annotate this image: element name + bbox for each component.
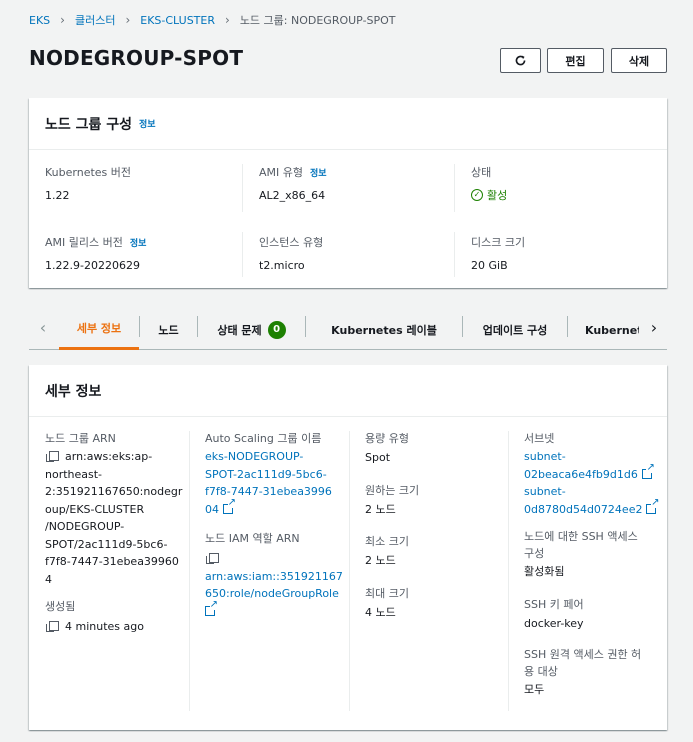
- ami-release-label: AMI 릴리스 버전: [45, 236, 123, 249]
- min-size-label: 최소 크기: [365, 535, 409, 548]
- instance-type-value: t2.micro: [259, 258, 305, 272]
- status-field: 상태 ✓ 활성: [471, 165, 507, 202]
- details-panel: 세부 정보 노드 그룹 ARN arn:aws:eks:ap- northeas…: [29, 365, 667, 730]
- chevron-right-icon: ›: [125, 13, 131, 27]
- column-divider: [242, 164, 243, 212]
- copy-icon[interactable]: [46, 451, 59, 462]
- ami-type-label: AMI 유형: [259, 166, 303, 179]
- chevron-left-icon: ‹: [39, 317, 47, 337]
- tab-kubernetes-taints[interactable]: Kubernetes 테인: [568, 309, 639, 350]
- tab-health-issues-label: 상태 문제: [217, 323, 262, 337]
- refresh-button[interactable]: [500, 48, 541, 73]
- detail-tabs: ‹ 세부 정보 노드 상태 문제 0 Kubernetes 레이블 업데이트 구…: [29, 309, 667, 350]
- node-iam-role-link[interactable]: arn:aws:iam::351921167 650:role/nodeGrou…: [205, 568, 347, 621]
- column-divider: [349, 431, 350, 711]
- breadcrumb-eks-link[interactable]: EKS: [29, 14, 50, 27]
- kubernetes-version-field: Kubernetes 버전 1.22: [45, 165, 131, 202]
- breadcrumb: EKS › 클러스터 › EKS-CLUSTER › 노드 그룹: NODEGR…: [29, 12, 396, 28]
- breadcrumb-current: 노드 그룹: NODEGROUP-SPOT: [239, 14, 396, 27]
- desired-size-label: 원하는 크기: [365, 483, 420, 497]
- tab-details[interactable]: 세부 정보: [59, 309, 139, 350]
- node-iam-role-label: 노드 IAM 역할 ARN: [205, 532, 300, 545]
- external-link-icon: [223, 497, 236, 514]
- details-column-4: 서브넷 subnet- 02beaca6e4fb9d1d6 subnet- 0d…: [524, 430, 664, 699]
- ssh-access-label: 노드에 대한 SSH 액세스 구성: [524, 530, 638, 560]
- capacity-type-label: 용량 유형: [365, 432, 409, 445]
- tab-health-issues[interactable]: 상태 문제 0: [198, 309, 305, 350]
- column-divider: [242, 232, 243, 277]
- kubernetes-version-label: Kubernetes 버전: [45, 166, 132, 179]
- chevron-right-icon: ›: [650, 317, 658, 337]
- copy-icon[interactable]: [206, 553, 219, 564]
- ami-type-field: AMI 유형 정보 AL2_x86_64: [259, 165, 327, 202]
- column-divider: [454, 164, 455, 212]
- capacity-type-value: Spot: [365, 451, 391, 464]
- column-divider: [508, 431, 509, 711]
- created-label: 생성됨: [45, 600, 76, 613]
- details-column-1: 노드 그룹 ARN arn:aws:eks:ap- northeast- 2:3…: [45, 430, 185, 636]
- desired-size-value: 2 노드: [365, 502, 396, 516]
- external-link-icon: [205, 599, 218, 616]
- ssh-remote-access-label: SSH 원격 액세스 권한 허 용 대상: [524, 648, 642, 678]
- disk-size-label: 디스크 크기: [471, 236, 526, 249]
- column-divider: [189, 431, 190, 711]
- page-title: NODEGROUP-SPOT: [29, 46, 244, 70]
- config-panel-title: 노드 그룹 구성: [45, 116, 133, 133]
- ssh-remote-access-value: 모두: [524, 683, 545, 696]
- created-value: 4 minutes ago: [45, 618, 185, 636]
- breadcrumb-cluster-link[interactable]: EKS-CLUSTER: [140, 14, 215, 27]
- kubernetes-version-value: 1.22: [45, 188, 70, 202]
- refresh-icon: [515, 55, 526, 66]
- check-circle-icon: ✓: [471, 189, 483, 201]
- status-label: 상태: [471, 166, 492, 179]
- instance-type-field: 인스턴스 유형 t2.micro: [259, 235, 323, 272]
- asg-name-label: Auto Scaling 그룹 이름: [205, 432, 322, 445]
- ami-release-info-link[interactable]: 정보: [130, 236, 147, 249]
- tab-nodes[interactable]: 노드: [140, 309, 197, 350]
- edit-button[interactable]: 편집: [547, 48, 604, 73]
- details-column-2: Auto Scaling 그룹 이름 eks-NODEGROUP- SPOT-2…: [205, 430, 347, 620]
- details-column-3: 용량 유형 Spot 원하는 크기 2 노드 최소 크기 2 노드 최대 크기 …: [365, 430, 505, 621]
- nodegroup-arn-label: 노드 그룹 ARN: [45, 432, 116, 445]
- external-link-icon: [646, 497, 660, 514]
- config-panel-header: 노드 그룹 구성 정보: [29, 98, 667, 150]
- issues-count-badge: 0: [267, 320, 286, 339]
- breadcrumb-clusters-link[interactable]: 클러스터: [75, 12, 115, 28]
- max-size-label: 최대 크기: [365, 586, 409, 600]
- ami-release-field: AMI 릴리스 버전 정보 1.22.9-20220629: [45, 235, 146, 272]
- details-panel-title: 세부 정보: [45, 383, 102, 400]
- max-size-value: 4 노드: [365, 605, 396, 619]
- ssh-keypair-label: SSH 키 페어: [524, 597, 584, 611]
- min-size-value: 2 노드: [365, 554, 396, 567]
- ami-release-value: 1.22.9-20220629: [45, 258, 140, 272]
- nodegroup-config-panel: 노드 그룹 구성 정보 Kubernetes 버전 1.22 AMI 유형 정보…: [29, 98, 667, 288]
- ssh-keypair-value: docker-key: [524, 616, 584, 630]
- ssh-access-value: 활성화됨: [524, 565, 565, 578]
- asg-name-link[interactable]: eks-NODEGROUP- SPOT-2ac111d9-5bc6- f7f8-…: [205, 448, 347, 518]
- tabs-scroll-right-button[interactable]: ›: [645, 317, 663, 337]
- external-link-icon: [641, 462, 655, 479]
- column-divider: [454, 232, 455, 277]
- chevron-right-icon: ›: [225, 13, 230, 27]
- subnets-label: 서브넷: [524, 432, 555, 445]
- delete-button[interactable]: 삭제: [611, 48, 667, 73]
- tab-list: 세부 정보 노드 상태 문제 0 Kubernetes 레이블 업데이트 구성 …: [59, 309, 639, 350]
- ami-type-info-link[interactable]: 정보: [310, 166, 327, 179]
- disk-size-field: 디스크 크기 20 GiB: [471, 235, 525, 272]
- nodegroup-arn-value: arn:aws:eks:ap- northeast- 2:35192116765…: [45, 450, 183, 586]
- ami-type-value: AL2_x86_64: [259, 188, 326, 202]
- chevron-right-icon: ›: [60, 13, 65, 27]
- config-info-link[interactable]: 정보: [139, 117, 156, 130]
- subnet-link[interactable]: subnet- 02beaca6e4fb9d1d6: [524, 448, 664, 483]
- disk-size-value: 20 GiB: [471, 258, 508, 272]
- copy-icon[interactable]: [46, 621, 59, 632]
- tab-update-config[interactable]: 업데이트 구성: [463, 309, 567, 350]
- tabs-scroll-left-button[interactable]: ‹: [34, 317, 52, 337]
- status-badge: ✓ 활성: [471, 188, 507, 202]
- details-panel-header: 세부 정보: [29, 365, 667, 417]
- instance-type-label: 인스턴스 유형: [259, 236, 324, 249]
- tab-kubernetes-labels[interactable]: Kubernetes 레이블: [306, 309, 462, 350]
- subnet-link[interactable]: subnet- 0d8780d54d0724ee2: [524, 483, 664, 518]
- status-value: 활성: [487, 189, 508, 202]
